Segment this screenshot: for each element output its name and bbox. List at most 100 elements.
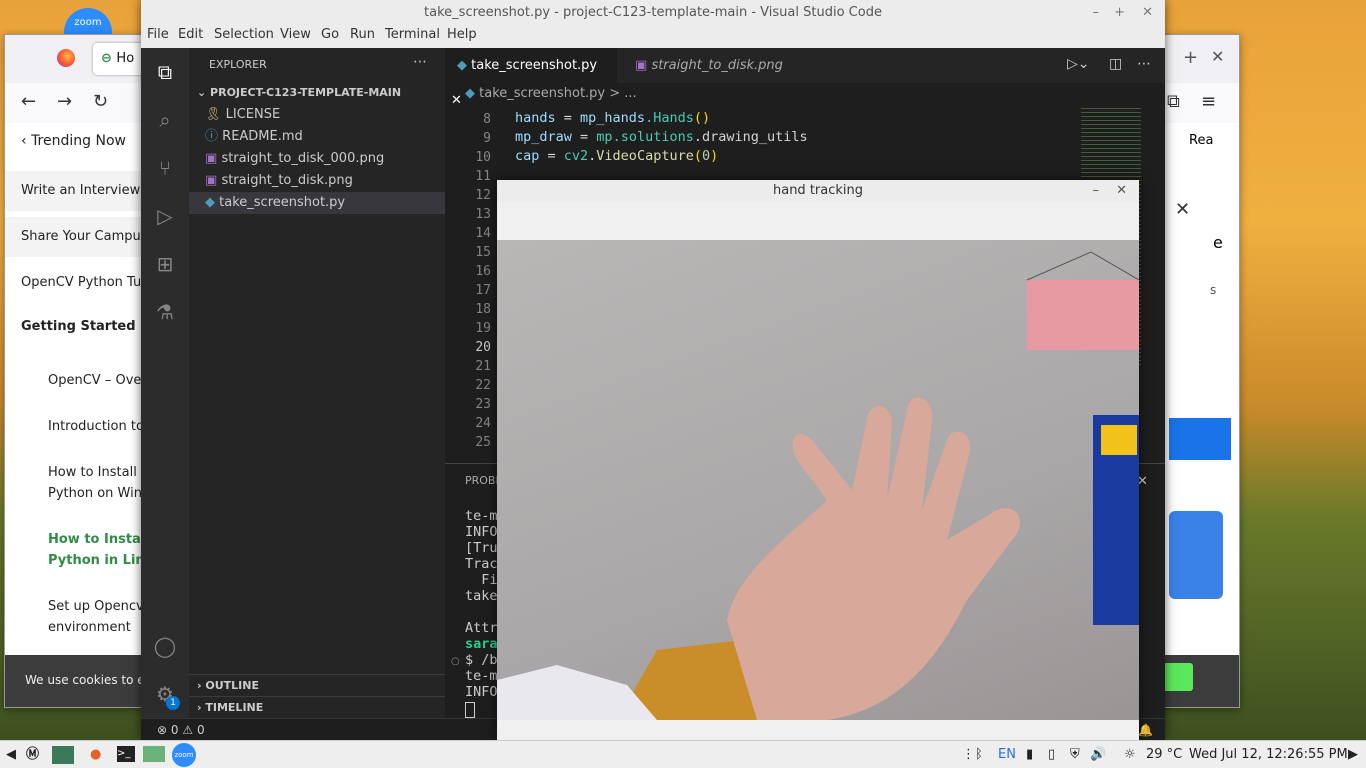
- more-actions-icon[interactable]: ⋯: [413, 54, 427, 70]
- testing-icon[interactable]: ⚗: [153, 300, 177, 324]
- menu-selection[interactable]: Selection: [214, 26, 274, 44]
- info-icon: ⓘ: [205, 129, 219, 144]
- zoom-taskbar-icon[interactable]: zoom: [172, 743, 196, 767]
- line-number: 13: [475, 207, 491, 222]
- temperature[interactable]: 29 °C: [1146, 741, 1182, 768]
- file-license[interactable]: 🎗 LICENSE: [189, 104, 445, 126]
- terminal-cursor[interactable]: [465, 702, 475, 718]
- code-line-10[interactable]: cap = cv2.VideoCapture(0): [515, 148, 718, 164]
- forward-icon[interactable]: →: [57, 91, 72, 112]
- ad-button[interactable]: [1169, 418, 1231, 460]
- sidebar-item-campus[interactable]: Share Your Campus E: [21, 229, 160, 244]
- code-token: (): [693, 110, 711, 126]
- terminal-line: Attr: [465, 620, 498, 636]
- sidebar-item-getting-started[interactable]: Getting Started: [21, 319, 136, 334]
- code-token: cap: [515, 148, 540, 164]
- file-readme[interactable]: ⓘ README.md: [189, 126, 445, 148]
- reload-icon[interactable]: ↻: [93, 91, 108, 112]
- back-icon[interactable]: ←: [21, 91, 36, 112]
- code-line-8[interactable]: hands = mp_hands.Hands(): [515, 110, 710, 126]
- more-actions-icon[interactable]: ⋯: [1137, 56, 1151, 72]
- taskbar-left-arrow-icon[interactable]: ◀: [6, 741, 16, 768]
- close-icon[interactable]: ✕: [1116, 180, 1127, 202]
- weather-icon[interactable]: ☼: [1124, 741, 1136, 768]
- outline-label: OUTLINE: [205, 679, 259, 692]
- close-window-icon[interactable]: ✕: [1211, 47, 1224, 66]
- battery-icon[interactable]: ▯: [1048, 741, 1055, 768]
- outline-section[interactable]: › OUTLINE: [189, 674, 445, 697]
- shield-icon[interactable]: ⛨: [1070, 741, 1080, 768]
- line-number: 11: [475, 169, 491, 184]
- sidebar-item-interview[interactable]: Write an Interview Ex: [21, 183, 160, 198]
- project-folder[interactable]: ⌄ PROJECT-C123-TEMPLATE-MAIN: [189, 82, 445, 104]
- search-icon[interactable]: ⌕: [153, 108, 177, 132]
- tab-take-screenshot[interactable]: ◆ take_screenshot.py ✕: [445, 48, 617, 108]
- run-file-icon[interactable]: ▷⌄: [1067, 56, 1090, 72]
- close-ad-icon[interactable]: ✕: [1175, 199, 1190, 220]
- clock[interactable]: Wed Jul 12, 12:26:55 PM: [1189, 741, 1348, 768]
- menu-go[interactable]: Go: [321, 26, 339, 44]
- new-tab-icon[interactable]: +: [1183, 47, 1198, 68]
- tray-more-icon[interactable]: ⋮: [962, 741, 975, 768]
- subitem-overview[interactable]: OpenCV – Overv: [48, 373, 154, 388]
- subitem-install-windows-2[interactable]: Python on Wind: [48, 486, 150, 501]
- code-line-9[interactable]: mp_draw = mp.solutions.drawing_utils: [515, 129, 808, 145]
- terminal-line: $ /b: [465, 652, 498, 668]
- minimize-icon[interactable]: –: [1093, 180, 1100, 202]
- taskbar-right-arrow-icon[interactable]: ▶: [1348, 741, 1358, 768]
- menu-view[interactable]: View: [280, 26, 311, 44]
- keyboard-layout[interactable]: EN: [998, 741, 1016, 768]
- menu-terminal[interactable]: Terminal: [385, 26, 440, 44]
- explorer-icon[interactable]: ⧉: [153, 60, 177, 84]
- cloth: [497, 665, 657, 720]
- menu-edit[interactable]: Edit: [178, 26, 203, 44]
- bluetooth-icon[interactable]: ᛒ: [975, 741, 983, 768]
- menu-icon[interactable]: ≡: [1201, 91, 1216, 112]
- line-number: 19: [475, 321, 491, 336]
- firefox-icon[interactable]: [57, 49, 75, 67]
- split-editor-icon[interactable]: ◫: [1109, 56, 1122, 72]
- menu-help[interactable]: Help: [447, 26, 477, 44]
- file-png-000[interactable]: ▣ straight_to_disk_000.png: [189, 148, 445, 170]
- timeline-label: TIMELINE: [205, 701, 264, 714]
- warning-icon: ⚠: [182, 723, 194, 737]
- menu-run[interactable]: Run: [350, 26, 375, 44]
- minimize-icon[interactable]: –: [1093, 0, 1100, 26]
- file-py[interactable]: ◆ take_screenshot.py: [189, 192, 445, 214]
- close-icon[interactable]: ✕: [1142, 0, 1153, 26]
- maximize-icon[interactable]: +: [1114, 0, 1125, 26]
- code-token: mp_hands: [580, 110, 646, 126]
- mint-menu-icon[interactable]: Ⓜ: [26, 741, 39, 768]
- account-icon[interactable]: ◯: [153, 634, 177, 658]
- extensions-icon[interactable]: ⊞: [153, 252, 177, 276]
- file-png[interactable]: ▣ straight_to_disk.png: [189, 170, 445, 192]
- code-token: =: [555, 110, 581, 126]
- tab-straight-to-disk[interactable]: ▣ straight_to_disk.png: [617, 48, 787, 83]
- timeline-section[interactable]: › TIMELINE: [189, 696, 445, 719]
- firefox-taskbar-icon[interactable]: ●: [90, 741, 101, 768]
- volume-icon[interactable]: 🔊: [1090, 741, 1106, 768]
- gfg-icon: ⊖: [101, 51, 117, 66]
- run-debug-icon[interactable]: ▷: [153, 204, 177, 228]
- trending-now[interactable]: ‹ Trending Now: [21, 133, 126, 149]
- errors-status[interactable]: ⊗ 0 ⚠ 0: [141, 723, 205, 737]
- ad-image: [1169, 511, 1223, 599]
- show-desktop-icon[interactable]: [52, 746, 74, 764]
- menu-file[interactable]: File: [147, 26, 169, 44]
- network-icon[interactable]: ▮: [1026, 741, 1033, 768]
- subitem-setup-2[interactable]: environment: [48, 620, 131, 635]
- code-token: mp_draw: [515, 129, 572, 145]
- files-taskbar-icon[interactable]: [143, 746, 165, 762]
- breadcrumb-path[interactable]: take_screenshot.py > ...: [479, 86, 637, 101]
- code-token: ): [710, 148, 719, 164]
- terminal-taskbar-icon[interactable]: >_: [117, 746, 135, 762]
- terminal-line: te-m: [465, 668, 498, 684]
- subitem-install-windows[interactable]: How to Install O: [48, 465, 151, 480]
- notifications-icon[interactable]: 🔔: [1138, 719, 1153, 741]
- editor-tabs: ◆ take_screenshot.py ✕ ▣ straight_to_dis…: [445, 48, 1165, 108]
- sidebar-item-opencv[interactable]: OpenCV Python Tuto: [21, 275, 154, 290]
- source-control-icon[interactable]: ⑂: [153, 156, 177, 180]
- extensions-icon[interactable]: ⧉: [1167, 91, 1180, 112]
- hand: [727, 397, 1021, 720]
- terminal-line: te-m: [465, 508, 498, 524]
